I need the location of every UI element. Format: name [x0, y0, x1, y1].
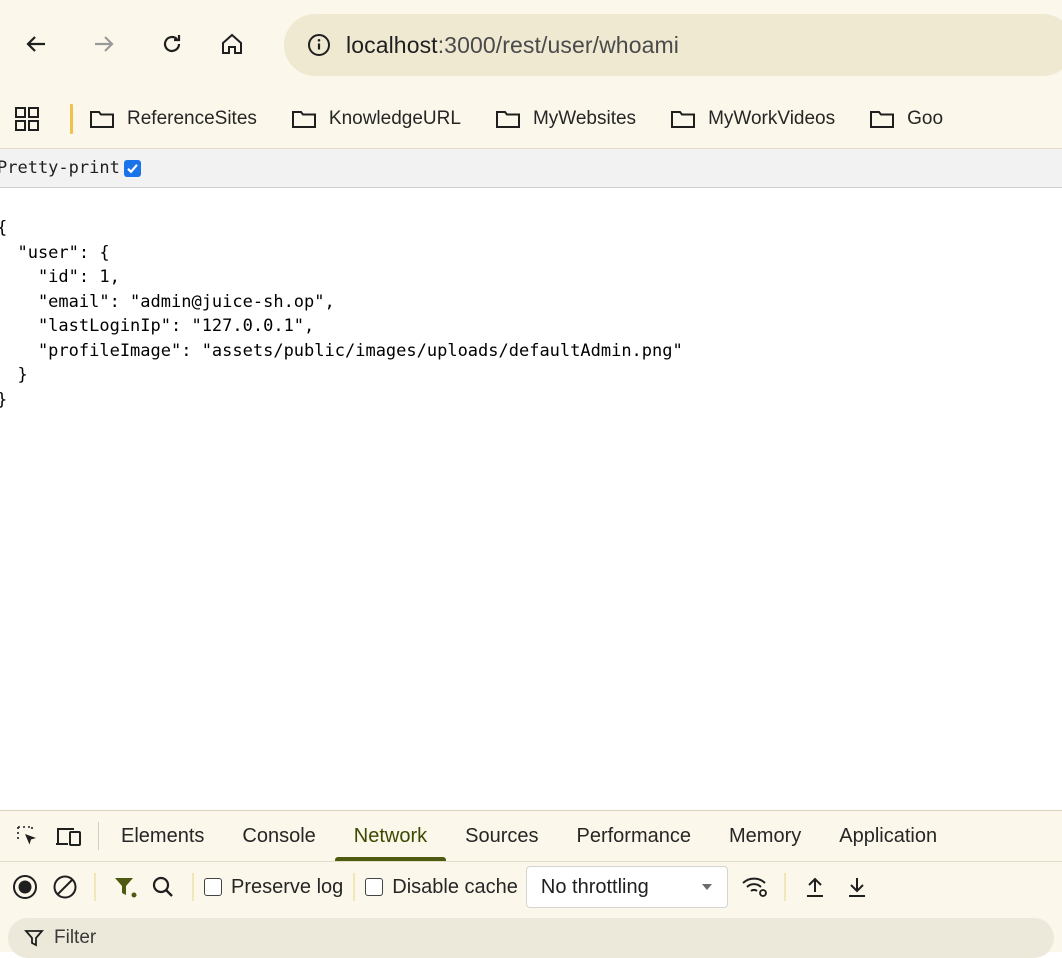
disable-cache-checkbox[interactable]: Disable cache	[365, 876, 518, 899]
tab-performance[interactable]: Performance	[577, 811, 692, 861]
divider	[98, 822, 99, 850]
bookmark-folder-referencesites[interactable]: ReferenceSites	[89, 108, 257, 130]
reload-button[interactable]	[150, 22, 194, 66]
folder-icon	[495, 111, 520, 128]
tab-application[interactable]: Application	[839, 811, 937, 861]
network-conditions-button[interactable]	[736, 868, 774, 906]
bookmark-label: MyWorkVideos	[708, 108, 836, 129]
bookmark-folder-goo[interactable]: Goo	[869, 108, 943, 130]
tab-network[interactable]: Network	[334, 811, 447, 861]
clear-button[interactable]	[46, 868, 84, 906]
bookmark-label: Goo	[907, 108, 944, 129]
filter-funnel-icon	[24, 930, 44, 947]
filter-row: Filter	[0, 912, 1062, 958]
upload-icon	[806, 877, 823, 897]
devtools-tabbar: Elements Console Network Sources Perform…	[0, 810, 1062, 861]
device-toolbar-icon[interactable]	[52, 819, 86, 853]
checkbox-box[interactable]	[204, 878, 222, 896]
tab-sources[interactable]: Sources	[465, 811, 538, 861]
home-button[interactable]	[210, 22, 254, 66]
url-host: localhost	[346, 31, 438, 58]
folder-icon	[291, 111, 316, 128]
search-button[interactable]	[144, 868, 182, 906]
folder-icon	[90, 111, 114, 128]
pretty-print-checkbox[interactable]	[123, 159, 141, 177]
tab-elements[interactable]: Elements	[121, 811, 204, 861]
forward-button[interactable]	[82, 22, 126, 66]
url-path: :3000/rest/user/whoami	[437, 31, 679, 58]
preserve-log-checkbox[interactable]: Preserve log	[204, 876, 343, 899]
filter-input[interactable]: Filter	[8, 918, 1054, 958]
bookmark-label: MyWebsites	[532, 108, 637, 129]
import-har-button[interactable]	[796, 868, 834, 906]
bookmark-label: ReferenceSites	[127, 108, 257, 129]
tab-memory[interactable]: Memory	[729, 811, 801, 861]
folder-icon	[870, 111, 895, 128]
search-icon	[152, 876, 173, 897]
throttling-select[interactable]: No throttling	[525, 866, 728, 908]
checkmark-icon	[127, 163, 138, 173]
bookmark-folder-myworkvideos[interactable]: MyWorkVideos	[670, 108, 835, 130]
home-icon	[222, 33, 242, 54]
preserve-log-label: Preserve log	[231, 875, 344, 898]
disable-cache-label: Disable cache	[392, 875, 518, 898]
bookmark-label: KnowledgeURL	[328, 108, 461, 129]
tab-console[interactable]: Console	[242, 811, 315, 861]
divider	[192, 873, 194, 901]
json-response-body: { "user": { "id": 1, "email": "admin@jui…	[0, 218, 683, 410]
clear-icon	[53, 875, 77, 899]
dropdown-arrow-icon	[701, 884, 712, 890]
filter-placeholder: Filter	[54, 927, 97, 948]
bookmarks-bar: ReferenceSites KnowledgeURL MyWebsites M…	[0, 90, 1062, 149]
export-har-button[interactable]	[838, 868, 876, 906]
bookmarks-separator	[70, 104, 73, 134]
pretty-print-bar: Pretty-print	[0, 149, 1062, 188]
divider	[353, 873, 356, 901]
record-button[interactable]	[6, 868, 44, 906]
folder-icon	[671, 111, 696, 128]
bookmark-folder-knowledgeurl[interactable]: KnowledgeURL	[291, 108, 461, 130]
wifi-settings-icon	[742, 877, 767, 897]
back-arrow-icon	[26, 36, 45, 52]
checkbox-box[interactable]	[365, 878, 384, 896]
reload-icon	[163, 35, 181, 53]
site-info-icon[interactable]	[306, 32, 332, 58]
apps-grid-icon[interactable]	[14, 106, 40, 132]
inspect-element-icon[interactable]	[10, 819, 44, 853]
filter-funnel-icon	[115, 878, 137, 898]
bookmark-folder-mywebsites[interactable]: MyWebsites	[495, 108, 636, 130]
network-toolbar: Preserve log Disable cache No throttling	[0, 861, 1062, 912]
url-text[interactable]: localhost:3000/rest/user/whoami	[346, 32, 679, 59]
browser-toolbar: localhost:3000/rest/user/whoami	[0, 0, 1062, 90]
divider	[94, 873, 96, 901]
filter-toggle-button[interactable]	[106, 868, 144, 906]
download-icon	[848, 878, 865, 897]
throttling-value: No throttling	[540, 875, 649, 898]
forward-arrow-icon	[95, 36, 114, 52]
record-icon	[13, 875, 37, 899]
back-button[interactable]	[14, 22, 58, 66]
address-bar[interactable]: localhost:3000/rest/user/whoami	[284, 14, 1062, 76]
pretty-print-label: Pretty-print	[0, 158, 120, 178]
divider	[783, 873, 786, 901]
